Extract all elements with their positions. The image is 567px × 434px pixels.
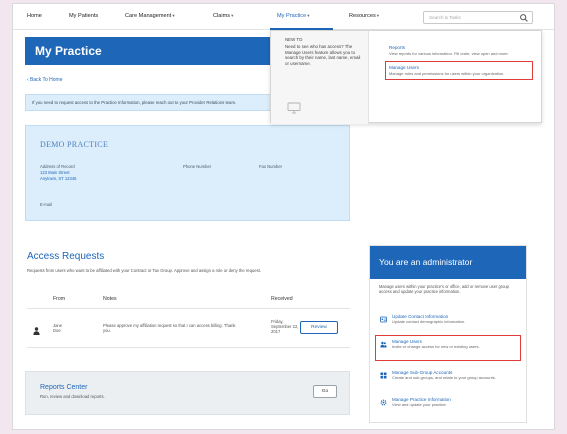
admin-item-manage-sub-groups[interactable]: Manage Sub-Group Accounts Create and sub…: [378, 370, 520, 388]
practice-info-card: DEMO PRACTICE Address of Record 123 Main…: [25, 125, 350, 221]
email-label: E-mail: [40, 202, 52, 207]
notice-text: If you need to request access to the Pra…: [32, 100, 237, 105]
table-divider: [27, 308, 350, 309]
notes-line-1: Please approve my affiliation request so…: [103, 323, 236, 328]
reports-center-title[interactable]: Reports Center: [40, 384, 87, 391]
nav-my-patients[interactable]: My Patients: [69, 13, 98, 19]
contact-card-icon: [380, 316, 387, 323]
practice-name: DEMO PRACTICE: [40, 140, 109, 149]
admin-description: Manage users within your practice's or o…: [379, 284, 509, 295]
admin-item-manage-practice-info[interactable]: Manage Practice Information View and upd…: [378, 397, 520, 413]
admin-item-description: Update contact demographic information.: [392, 319, 466, 324]
app-frame: Home My Patients Care Management▾ Claims…: [12, 3, 555, 430]
fax-label: Fax Number: [259, 164, 283, 169]
column-header-notes: Notes: [103, 296, 117, 302]
my-practice-dropdown: NEW TO Need to see who has access? The M…: [270, 30, 542, 124]
admin-panel: You are an administrator Manage users wi…: [369, 245, 527, 423]
address-label: Address of Record: [40, 164, 75, 169]
phone-label: Phone Number: [183, 164, 212, 169]
request-received: Friday, September 22, 2017: [271, 319, 298, 335]
access-requests-description: Requests from users who want to be affil…: [27, 268, 262, 273]
reports-center-card: Reports Center Run, review and download …: [25, 371, 350, 415]
request-notes: Please approve my affiliation request so…: [103, 323, 236, 333]
access-requests-title: Access Requests: [27, 251, 105, 262]
highlight-box: [375, 335, 521, 361]
chevron-down-icon: ▾: [231, 13, 234, 18]
column-header-from: From: [53, 296, 66, 302]
search-icon[interactable]: [519, 13, 529, 23]
from-last-name: Doe: [53, 328, 61, 334]
nav-my-practice[interactable]: My Practice▾: [277, 13, 309, 19]
request-from: Jane Doe: [53, 323, 62, 333]
dropdown-intro-panel: NEW TO Need to see who has access? The M…: [271, 31, 369, 124]
column-header-received: Received: [271, 296, 293, 302]
review-button[interactable]: Review: [300, 321, 338, 334]
back-to-home-link[interactable]: ‹ Back To Home: [27, 77, 62, 83]
monitor-icon: [287, 102, 301, 114]
gear-icon: [380, 399, 387, 406]
dropdown-link-reports[interactable]: Reports: [389, 45, 405, 50]
admin-title: You are an administrator: [379, 257, 473, 267]
sub-group-icon: [380, 372, 387, 379]
admin-item-description: View and update your practice.: [392, 402, 447, 407]
admin-header: You are an administrator: [370, 246, 526, 279]
person-icon: [33, 327, 40, 335]
top-nav: Home My Patients Care Management▾ Claims…: [13, 4, 554, 30]
search-placeholder: Search & Tasks: [429, 15, 461, 20]
nav-home[interactable]: Home: [27, 13, 42, 19]
highlight-box: [385, 61, 533, 80]
admin-item-update-contact[interactable]: Update Contact Information Update contac…: [378, 314, 520, 332]
received-line-3: 2017: [271, 329, 281, 335]
nav-resources[interactable]: Resources▾: [349, 13, 379, 19]
notes-line-2: you.: [103, 328, 111, 334]
chevron-down-icon: ▾: [172, 13, 175, 18]
reports-center-description: Run, review and download reports.: [40, 394, 105, 399]
admin-item-description: Create and sub-groups, and relate to you…: [392, 375, 496, 380]
nav-care-management[interactable]: Care Management▾: [125, 13, 175, 19]
go-button[interactable]: Go: [313, 385, 337, 398]
address-line-2: Anytown, ST 12345: [40, 176, 77, 181]
dropdown-link-description: View reports for various information. Fi…: [389, 51, 509, 56]
address-line-1: 123 Main Street: [40, 170, 70, 175]
table-divider: [27, 347, 350, 348]
page-title: My Practice: [35, 44, 102, 58]
dropdown-intro-text: Need to see who has access? The Manage U…: [285, 44, 361, 66]
search-input[interactable]: Search & Tasks: [423, 11, 533, 24]
chevron-down-icon: ▾: [307, 13, 310, 18]
dropdown-intro-title: NEW TO: [285, 37, 303, 42]
chevron-down-icon: ▾: [376, 13, 380, 18]
nav-claims[interactable]: Claims▾: [213, 13, 233, 19]
